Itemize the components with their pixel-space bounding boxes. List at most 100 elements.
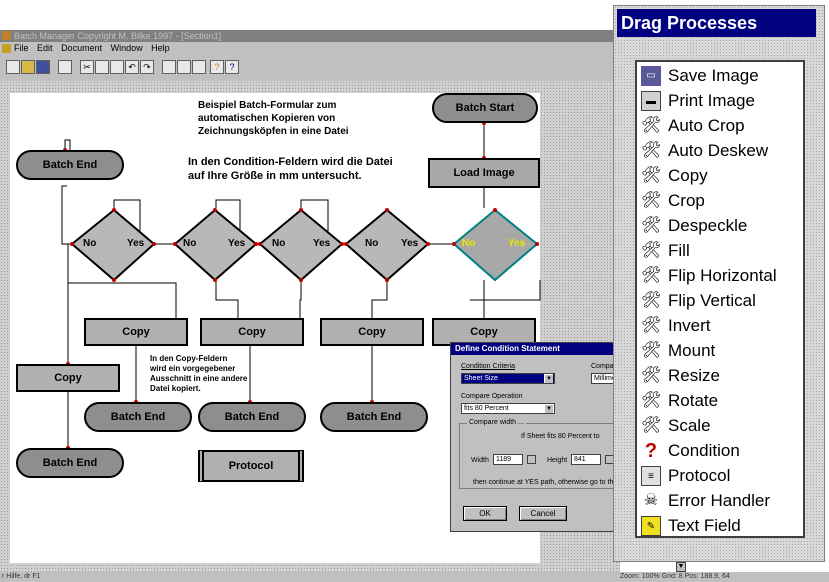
compare-operation-label: Compare Operation [461, 393, 523, 400]
process-label: Auto Deskew [668, 141, 769, 160]
process-label: Condition [668, 441, 740, 460]
print-icon[interactable] [58, 60, 72, 74]
process-label: Text Field [668, 516, 741, 535]
help-icon[interactable]: ? [210, 60, 224, 74]
batch-end-node-3[interactable]: Batch End [198, 402, 306, 432]
width-label: Width [471, 457, 489, 464]
tools-icon: 🛠 [641, 217, 662, 234]
if-sheet-text: If Sheet fits 80 Percent to [521, 433, 600, 440]
open-icon[interactable] [21, 60, 35, 74]
process-label: Flip Vertical [668, 291, 756, 310]
note-copy[interactable]: In den Copy-Feldern wird ein vorgegebene… [150, 354, 247, 394]
dialog-title: Define Condition Statement [451, 343, 629, 355]
compare-width-label: Compare width ... [467, 419, 526, 426]
zoom-in-icon[interactable] [162, 60, 176, 74]
copy-node-3[interactable]: Copy [320, 318, 424, 346]
menu-document[interactable]: Document [61, 42, 102, 55]
cut-icon[interactable]: ✂ [80, 60, 94, 74]
toolbar: ✂ ↶ ↷ ? ? [0, 55, 620, 82]
note-title[interactable]: Beispiel Batch-Formular zum automatische… [198, 99, 349, 138]
undo-icon[interactable]: ↶ [125, 60, 139, 74]
process-resize[interactable]: 🛠 Resize [639, 364, 803, 388]
menu-file[interactable]: File [14, 42, 29, 55]
process-flip-horizontal[interactable]: 🛠 Flip Horizontal [639, 264, 803, 288]
app-icon[interactable] [2, 31, 11, 40]
copy-node-1[interactable]: Copy [84, 318, 188, 346]
chevron-down-icon[interactable]: ▼ [676, 562, 686, 572]
process-list: ▭ Save Image ▬ Print Image 🛠 Auto Crop 🛠… [635, 60, 805, 538]
ok-button[interactable]: OK [463, 506, 507, 521]
batch-end-node-1[interactable]: Batch End [16, 150, 124, 180]
process-print-image[interactable]: ▬ Print Image [639, 89, 803, 113]
note-condition[interactable]: In den Condition-Feldern wird die Datei … [188, 155, 393, 183]
document-menu-icon[interactable] [2, 44, 11, 53]
condition-criteria-select[interactable]: Sheet Size [461, 373, 555, 384]
cancel-button[interactable]: Cancel [519, 506, 567, 521]
process-mount[interactable]: 🛠 Mount [639, 339, 803, 363]
process-copy[interactable]: 🛠 Copy [639, 164, 803, 188]
copy-icon[interactable] [95, 60, 109, 74]
protocol-node[interactable]: Protocol [198, 450, 304, 482]
chevron-down-icon[interactable]: ▼ [544, 374, 553, 383]
process-text-field[interactable]: ✎ Text Field [639, 514, 803, 538]
process-error-handler[interactable]: ☠ Error Handler [639, 489, 803, 513]
process-label: Despeckle [668, 216, 748, 235]
new-icon[interactable] [6, 60, 20, 74]
process-condition[interactable]: ? Condition [639, 439, 803, 463]
process-label: Error Handler [668, 491, 771, 510]
height-input[interactable]: 841 [571, 454, 601, 465]
process-scale[interactable]: 🛠 Scale [639, 414, 803, 438]
tools-icon: 🛠 [641, 167, 662, 184]
process-label: Crop [668, 191, 705, 210]
process-label: Protocol [668, 466, 731, 485]
paste-icon[interactable] [110, 60, 124, 74]
tools-icon: 🛠 [641, 267, 662, 284]
process-label: Resize [668, 366, 720, 385]
process-crop[interactable]: 🛠 Crop [639, 189, 803, 213]
width-spin-button[interactable] [527, 455, 536, 464]
question-icon: ? [644, 440, 658, 462]
context-help-icon[interactable]: ? [225, 60, 239, 74]
batch-end-node-5[interactable]: Batch End [16, 448, 124, 478]
grid-icon[interactable] [192, 60, 206, 74]
copy-node-5[interactable]: Copy [16, 364, 120, 392]
tools-icon: 🛠 [641, 392, 662, 409]
process-protocol[interactable]: ≡ Protocol [639, 464, 803, 488]
status-help-text: r Hilfe, dr F1 [2, 573, 41, 580]
process-label: Save Image [668, 66, 759, 85]
compare-operation-select[interactable]: fits 80 Percent [461, 403, 555, 414]
diamond-1-yes: Yes [127, 238, 145, 249]
load-image-node[interactable]: Load Image [428, 158, 540, 188]
window-title-bar: Batch Manager Copyright M. Bilke 1997 - … [0, 30, 640, 42]
process-label: Fill [668, 241, 690, 260]
process-rotate[interactable]: 🛠 Rotate [639, 389, 803, 413]
redo-icon[interactable]: ↷ [140, 60, 154, 74]
menu-window[interactable]: Window [111, 42, 143, 55]
save-icon[interactable] [36, 60, 50, 74]
width-input[interactable]: 1189 [493, 454, 523, 465]
menu-help[interactable]: Help [151, 42, 170, 55]
tools-icon: 🛠 [641, 142, 662, 159]
batch-start-node[interactable]: Batch Start [432, 93, 538, 123]
copy-node-2[interactable]: Copy [200, 318, 304, 346]
process-invert[interactable]: 🛠 Invert [639, 314, 803, 338]
process-flip-vertical[interactable]: 🛠 Flip Vertical [639, 289, 803, 313]
process-save-image[interactable]: ▭ Save Image [639, 64, 803, 88]
tools-icon: 🛠 [641, 192, 662, 209]
batch-end-node-2[interactable]: Batch End [84, 402, 192, 432]
chevron-down-icon[interactable]: ▼ [544, 404, 553, 413]
continue-text: then continue at YES path, otherwise go … [473, 479, 614, 486]
diamond-2-yes: Yes [228, 238, 246, 249]
process-despeckle[interactable]: 🛠 Despeckle [639, 214, 803, 238]
process-label: Invert [668, 316, 711, 335]
tools-icon: 🛠 [641, 117, 662, 134]
diamond-4-yes: Yes [401, 238, 419, 249]
zoom-out-icon[interactable] [177, 60, 191, 74]
batch-end-node-4[interactable]: Batch End [320, 402, 428, 432]
process-label: Scale [668, 416, 711, 435]
process-auto-crop[interactable]: 🛠 Auto Crop [639, 114, 803, 138]
process-auto-deskew[interactable]: 🛠 Auto Deskew [639, 139, 803, 163]
process-fill[interactable]: 🛠 Fill [639, 239, 803, 263]
menu-edit[interactable]: Edit [37, 42, 53, 55]
status-zoom-pos: Zoom: 100% Grid: 8 Pos: 188.9, 64 [620, 573, 730, 580]
